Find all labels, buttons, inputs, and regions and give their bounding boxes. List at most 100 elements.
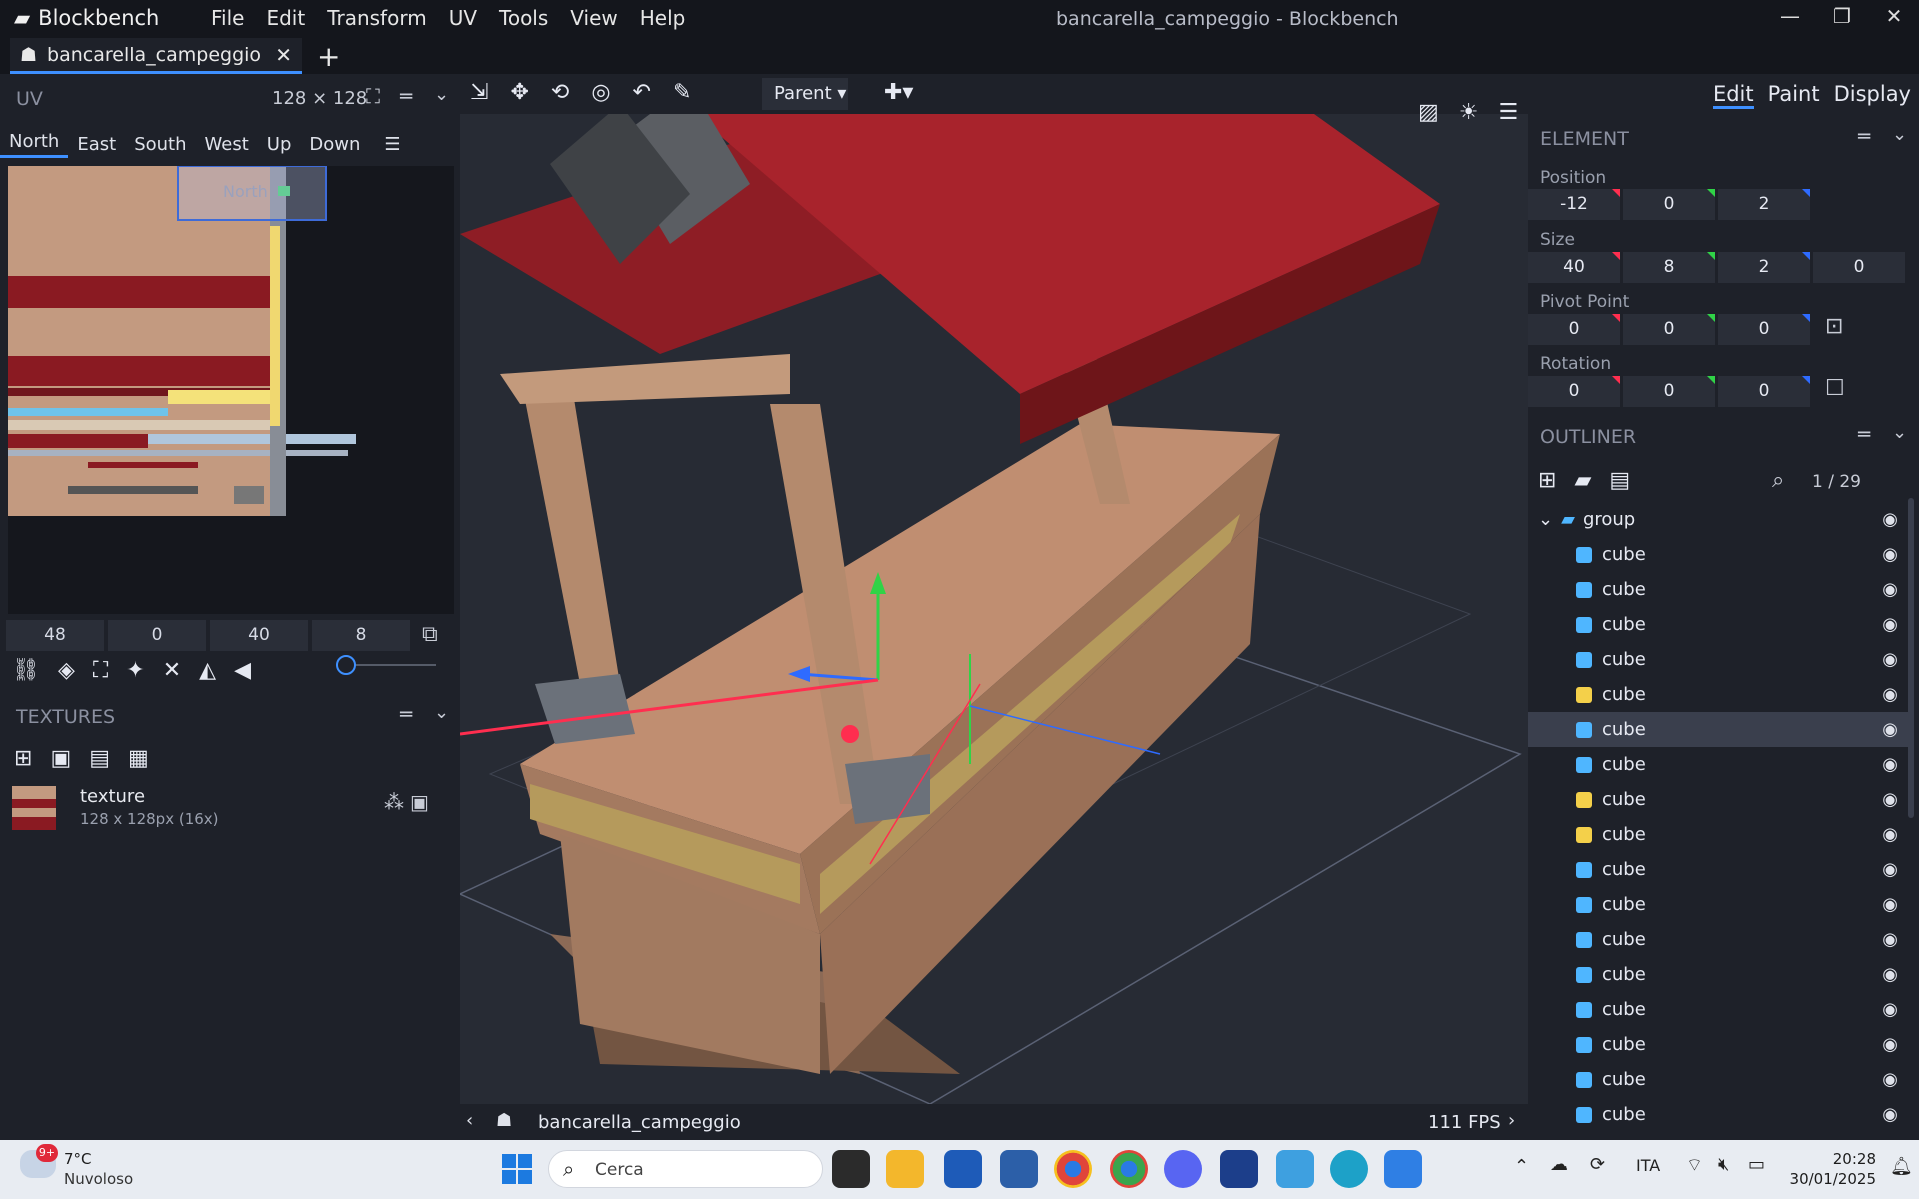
outliner-cube-9[interactable]: cube ◉ xyxy=(1528,852,1908,887)
outliner-scrollbar[interactable] xyxy=(1908,498,1914,818)
mirror-x-icon[interactable]: ◭ xyxy=(199,658,216,683)
panel-menu-icon[interactable]: ═ xyxy=(400,84,412,108)
menu-transform[interactable]: Transform xyxy=(316,6,437,30)
tab-east[interactable]: East xyxy=(68,134,125,155)
outliner-cube-2[interactable]: cube ◉ xyxy=(1528,607,1908,642)
outliner-cube-8[interactable]: cube ◉ xyxy=(1528,817,1908,852)
file-explorer-icon[interactable] xyxy=(886,1150,924,1188)
fullscreen-icon[interactable]: ⛶ xyxy=(366,84,380,108)
visibility-icon[interactable]: ◉ xyxy=(1882,579,1898,600)
visibility-icon[interactable]: ◉ xyxy=(1882,999,1898,1020)
outliner-cube-16[interactable]: cube ◉ xyxy=(1528,1097,1908,1132)
collapse-icon[interactable]: ▤ xyxy=(1609,468,1630,493)
pivot-icon[interactable]: ◎ xyxy=(591,80,610,105)
texture-group-icon[interactable]: ▦ xyxy=(128,746,149,771)
rescale-checkbox[interactable]: ☐ xyxy=(1825,376,1845,401)
visibility-icon[interactable]: ◉ xyxy=(1882,894,1898,915)
move-cursor-icon[interactable]: ⇲ xyxy=(470,80,488,105)
open-folder-icon[interactable]: ▤ xyxy=(89,746,110,771)
move-icon[interactable]: ✥ xyxy=(510,80,528,105)
center-pivot-icon[interactable]: ⊡ xyxy=(1825,314,1843,339)
edge-icon[interactable] xyxy=(1330,1150,1368,1188)
blockbench-taskbar-icon[interactable] xyxy=(1384,1150,1422,1188)
position-x-input[interactable]: -12 xyxy=(1528,189,1620,220)
onedrive-icon[interactable]: ☁ xyxy=(1550,1154,1568,1175)
tab-south[interactable]: South xyxy=(125,134,195,155)
word-icon[interactable] xyxy=(944,1150,982,1188)
uv-height-input[interactable]: 8 xyxy=(312,620,410,651)
chevron-down-icon[interactable]: ⌄ xyxy=(1538,509,1553,530)
visibility-icon[interactable]: ◉ xyxy=(1882,509,1898,530)
particle-icon[interactable]: ⁂ xyxy=(384,790,404,814)
position-z-input[interactable]: 2 xyxy=(1718,189,1810,220)
transform-space-icon[interactable]: ✚▾ xyxy=(884,80,913,105)
panel-menu-icon[interactable]: ═ xyxy=(1858,422,1870,446)
outliner-cube-7[interactable]: cube ◉ xyxy=(1528,782,1908,817)
chevron-up-icon[interactable]: ⌃ xyxy=(1514,1156,1529,1177)
chevron-left-icon[interactable]: ‹ xyxy=(466,1110,473,1131)
mode-display[interactable]: Display xyxy=(1834,82,1911,109)
store-icon[interactable] xyxy=(1000,1150,1038,1188)
outliner-cube-12[interactable]: cube ◉ xyxy=(1528,957,1908,992)
visibility-icon[interactable]: ◉ xyxy=(1882,544,1898,565)
uv-width-input[interactable]: 40 xyxy=(210,620,308,651)
size-x-input[interactable]: 40 xyxy=(1528,252,1620,283)
maximize-uv-icon[interactable]: ⛶ xyxy=(93,658,108,683)
panel-menu-icon[interactable]: ═ xyxy=(1858,124,1870,148)
project-tab[interactable]: ☗ bancarella_campeggio ✕ xyxy=(10,38,302,74)
chevron-down-icon[interactable]: ⌄ xyxy=(1892,124,1907,145)
visibility-icon[interactable]: ◉ xyxy=(1882,649,1898,670)
taskbar-search[interactable]: ⌕ Cerca xyxy=(548,1150,823,1188)
outliner-cube-3[interactable]: cube ◉ xyxy=(1528,642,1908,677)
uv-y-input[interactable]: 0 xyxy=(108,620,206,651)
chrome-profile-icon[interactable] xyxy=(1110,1150,1148,1188)
inflate-input[interactable]: 0 xyxy=(1813,252,1905,283)
visibility-icon[interactable]: ◉ xyxy=(1882,1104,1898,1125)
minimize-icon[interactable]: — xyxy=(1764,4,1816,34)
menu-help[interactable]: Help xyxy=(629,6,697,30)
language-indicator[interactable]: ITA xyxy=(1636,1156,1660,1175)
new-tab-button[interactable]: + xyxy=(317,40,340,73)
textures-menu-icon[interactable]: ═ xyxy=(400,702,412,726)
visibility-icon[interactable]: ◉ xyxy=(1882,929,1898,950)
link-icon[interactable]: ⛓ xyxy=(12,658,40,683)
visibility-icon[interactable]: ◉ xyxy=(1882,614,1898,635)
chrome-icon[interactable] xyxy=(1054,1150,1092,1188)
mirror-y-icon[interactable]: ◀ xyxy=(234,658,251,683)
outliner-cube-14[interactable]: cube ◉ xyxy=(1528,1027,1908,1062)
chevron-down-icon[interactable]: ⌄ xyxy=(434,702,449,723)
brush-icon[interactable]: ✎ xyxy=(673,80,691,105)
save-icon[interactable]: ▣ xyxy=(410,790,429,814)
add-group-icon[interactable]: ▰ xyxy=(1574,468,1591,493)
tab-up[interactable]: Up xyxy=(258,134,301,155)
menu-edit[interactable]: Edit xyxy=(255,6,316,30)
view-menu-icon[interactable]: ☰ xyxy=(1499,100,1519,125)
menu-uv[interactable]: UV xyxy=(438,6,488,30)
outliner-cube-15[interactable]: cube ◉ xyxy=(1528,1062,1908,1097)
sync-icon[interactable]: ⟳ xyxy=(1590,1154,1605,1175)
visibility-icon[interactable]: ◉ xyxy=(1882,1069,1898,1090)
chevron-right-icon[interactable]: › xyxy=(1508,1110,1515,1131)
rotation-y-input[interactable]: 0 xyxy=(1623,376,1715,407)
face-options-icon[interactable]: ☰ xyxy=(375,134,409,155)
pivot-z-input[interactable]: 0 xyxy=(1718,314,1810,345)
rotation-z-input[interactable]: 0 xyxy=(1718,376,1810,407)
visibility-icon[interactable]: ◉ xyxy=(1882,964,1898,985)
chevron-down-icon[interactable]: ⌄ xyxy=(434,84,449,105)
3d-viewport[interactable] xyxy=(460,74,1528,1104)
visibility-icon[interactable]: ◉ xyxy=(1882,824,1898,845)
lighting-icon[interactable]: ☀ xyxy=(1459,100,1479,125)
tab-west[interactable]: West xyxy=(196,134,258,155)
outliner-cube-0[interactable]: cube ◉ xyxy=(1528,537,1908,572)
visibility-icon[interactable]: ◉ xyxy=(1882,1034,1898,1055)
launcher-icon[interactable] xyxy=(1220,1150,1258,1188)
import-texture-icon[interactable]: ⊞ xyxy=(14,746,32,771)
task-view-icon[interactable] xyxy=(832,1150,870,1188)
slider-handle[interactable] xyxy=(336,655,356,675)
close-window-icon[interactable]: ✕ xyxy=(1868,4,1919,34)
tab-down[interactable]: Down xyxy=(300,134,369,155)
menu-view[interactable]: View xyxy=(559,6,628,30)
fill-icon[interactable]: ◈ xyxy=(58,658,75,683)
mode-paint[interactable]: Paint xyxy=(1768,82,1820,109)
windows-start-icon[interactable] xyxy=(502,1154,532,1184)
